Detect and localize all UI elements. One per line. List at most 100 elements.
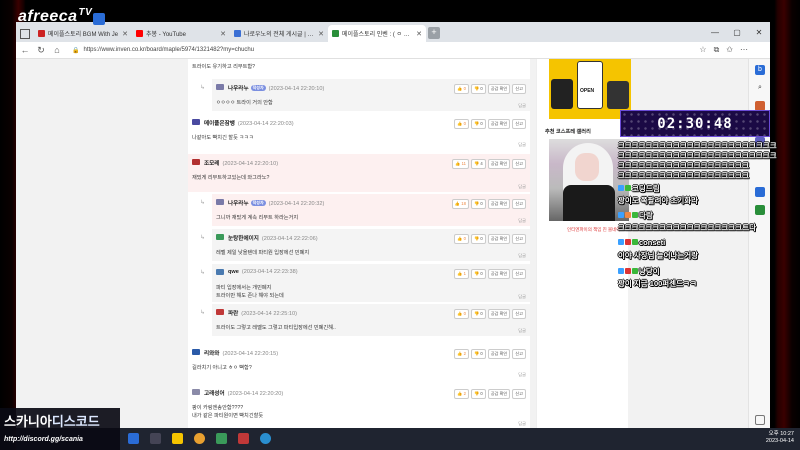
home-icon[interactable]: ⌂ [52,45,62,55]
downvote-button[interactable]: 👎 0 [470,199,486,209]
reply-link[interactable]: 답글 [518,142,526,148]
comment-item: 리와와 (2023-04-14 22:20:15) 길라치기 아니고 ㅎㅇ 뻑함? 👍… [188,344,530,380]
reply-link[interactable]: 답글 [518,218,526,224]
tab-afreeca[interactable]: 나로우노의 전체 게시글 | 아프리✕ [230,25,328,42]
report-button[interactable]: 신고 [512,349,526,359]
kakaotalk-icon[interactable] [172,433,183,444]
reply-link[interactable]: 답글 [518,294,526,300]
ad-banner[interactable]: OPEN [549,59,631,119]
comment-author[interactable]: 조모레 (2023-04-14 22:20:10) [204,159,278,167]
reply-link[interactable]: 답글 [518,421,526,427]
downvote-button[interactable]: 👎 0 [470,349,486,359]
reply-link[interactable]: 답글 [518,253,526,259]
app-icon[interactable] [238,433,249,444]
search-icon[interactable] [150,433,161,444]
minimize-button[interactable]: — [704,28,726,37]
comment-author[interactable]: 메이플은잠뱅 (2023-04-14 22:20:03) [204,119,294,127]
avatar-icon [216,269,224,275]
empathy-check-button[interactable]: 공감 확인 [487,269,511,279]
empathy-check-button[interactable]: 공감 확인 [487,84,511,94]
favorites-icon[interactable]: ✩ [726,45,733,55]
empathy-check-button[interactable]: 공감 확인 [487,199,511,209]
new-tab-button[interactable]: + [428,27,440,39]
tree-icon[interactable] [755,205,765,215]
tab-bgm[interactable]: 메이플스토리 BGM With Je ✕ [34,25,132,42]
comment-body: 팡이 카링엔송안함???? 내가 같은 파티원이면 빡치긴할듯 [192,405,264,419]
search-icon[interactable]: ⌕ [755,83,765,93]
upvote-button[interactable]: 👍 11 [452,159,469,169]
upvote-button[interactable]: 👍 0 [454,309,469,319]
empathy-check-button[interactable]: 공감 확인 [487,349,511,359]
comment-actions: 👍 0 👎 0 공감 확인 신고 [454,84,526,94]
downvote-button[interactable]: 👎 0 [470,234,486,244]
upvote-button[interactable]: 👍 0 [454,234,469,244]
windows-start-icon[interactable] [128,433,139,444]
empathy-check-button[interactable]: 공감 확인 [487,309,511,319]
report-button[interactable]: 신고 [512,389,526,399]
comment-author[interactable]: qwe (2023-04-14 22:23:38) [228,269,298,275]
comment-author[interactable]: 눈탕한에이지 (2023-04-14 22:22:06) [228,234,318,242]
reply-link[interactable]: 답글 [518,103,526,109]
back-icon[interactable]: ← [20,45,30,55]
report-button[interactable]: 신고 [512,234,526,244]
comment-author[interactable]: 고래성어 (2023-04-14 22:20:20) [204,389,283,397]
report-button[interactable]: 신고 [512,84,526,94]
upvote-button[interactable]: 👍 18 [451,199,469,209]
tab-inven[interactable]: 메이플스토리 인벤 : ( ㅇ ω ) 나로우✕ [328,25,426,42]
upvote-button[interactable]: 👍 2 [454,349,469,359]
close-icon[interactable]: ✕ [416,30,422,38]
outlook-icon[interactable] [755,187,765,197]
upvote-button[interactable]: 👍 0 [454,84,469,94]
close-window-button[interactable]: ✕ [748,28,770,37]
tab-actions-icon[interactable] [20,29,30,39]
empathy-check-button[interactable]: 공감 확인 [487,389,511,399]
edge-icon[interactable] [260,433,271,444]
refresh-icon[interactable]: ↻ [36,45,46,56]
comment-author[interactable]: 리와와 (2023-04-14 22:20:15) [204,349,278,357]
chat-message: 이야 사장님 늘어나는거랑 [618,251,699,260]
sidebar-toggle-icon[interactable] [755,415,765,425]
comment-author[interactable]: 파란 (2023-04-14 22:25:10) [228,309,297,317]
cosplay-caption[interactable]: 인티엔파이의 책임 진 볼네이 [567,227,620,233]
collections-icon[interactable]: ⧉ [714,45,720,55]
afreeca-logo: afreecaTV [18,7,106,26]
more-icon[interactable]: ⋯ [740,45,748,55]
downvote-button[interactable]: 👎 0 [470,269,486,279]
url-field[interactable]: 🔒 https://www.inven.co.kr/board/maple/59… [68,44,693,56]
discord-banner: 스카니아디스코드 http://discord.gg/scania [0,408,120,450]
downvote-button[interactable]: 👎 4 [470,159,486,169]
copilot-icon[interactable]: b [755,65,765,75]
report-button[interactable]: 신고 [512,269,526,279]
tab-youtube[interactable]: 추봉 - YouTube ✕ [132,25,230,42]
empathy-check-button[interactable]: 공감 확인 [487,234,511,244]
downvote-button[interactable]: 👎 0 [470,389,486,399]
report-button[interactable]: 신고 [512,159,526,169]
upvote-button[interactable]: 👍 0 [454,119,469,129]
system-clock[interactable]: 오후 10:27 2023-04-14 [766,431,794,445]
report-button[interactable]: 신고 [512,309,526,319]
app-icon[interactable] [216,433,227,444]
chrome-icon[interactable] [194,433,205,444]
upvote-button[interactable]: 👍 1 [454,269,469,279]
upvote-button[interactable]: 👍 2 [454,389,469,399]
comment-date: (2023-04-14 22:20:10) [268,86,325,92]
reply-link[interactable]: 답글 [518,372,526,378]
close-icon[interactable]: ✕ [122,30,128,38]
comment-actions: 👍 0 👎 0 공감 확인 신고 [454,119,526,129]
cosplay-image[interactable] [549,139,629,221]
comment-author[interactable]: 나우라누 작성자 (2023-04-14 22:20:10) [228,84,324,92]
empathy-check-button[interactable]: 공감 확인 [487,159,511,169]
downvote-button[interactable]: 👎 0 [470,309,486,319]
close-icon[interactable]: ✕ [220,30,226,38]
downvote-button[interactable]: 👎 0 [470,119,486,129]
reply-link[interactable]: 답글 [518,184,526,190]
report-button[interactable]: 신고 [512,119,526,129]
star-icon[interactable]: ☆ [699,45,706,55]
close-icon[interactable]: ✕ [318,30,324,38]
downvote-button[interactable]: 👎 0 [470,84,486,94]
reply-link[interactable]: 답글 [518,328,526,334]
report-button[interactable]: 신고 [512,199,526,209]
comment-author[interactable]: 나우라누 작성자 (2023-04-14 22:20:32) [228,199,324,207]
empathy-check-button[interactable]: 공감 확인 [487,119,511,129]
maximize-button[interactable]: ▢ [726,28,748,37]
